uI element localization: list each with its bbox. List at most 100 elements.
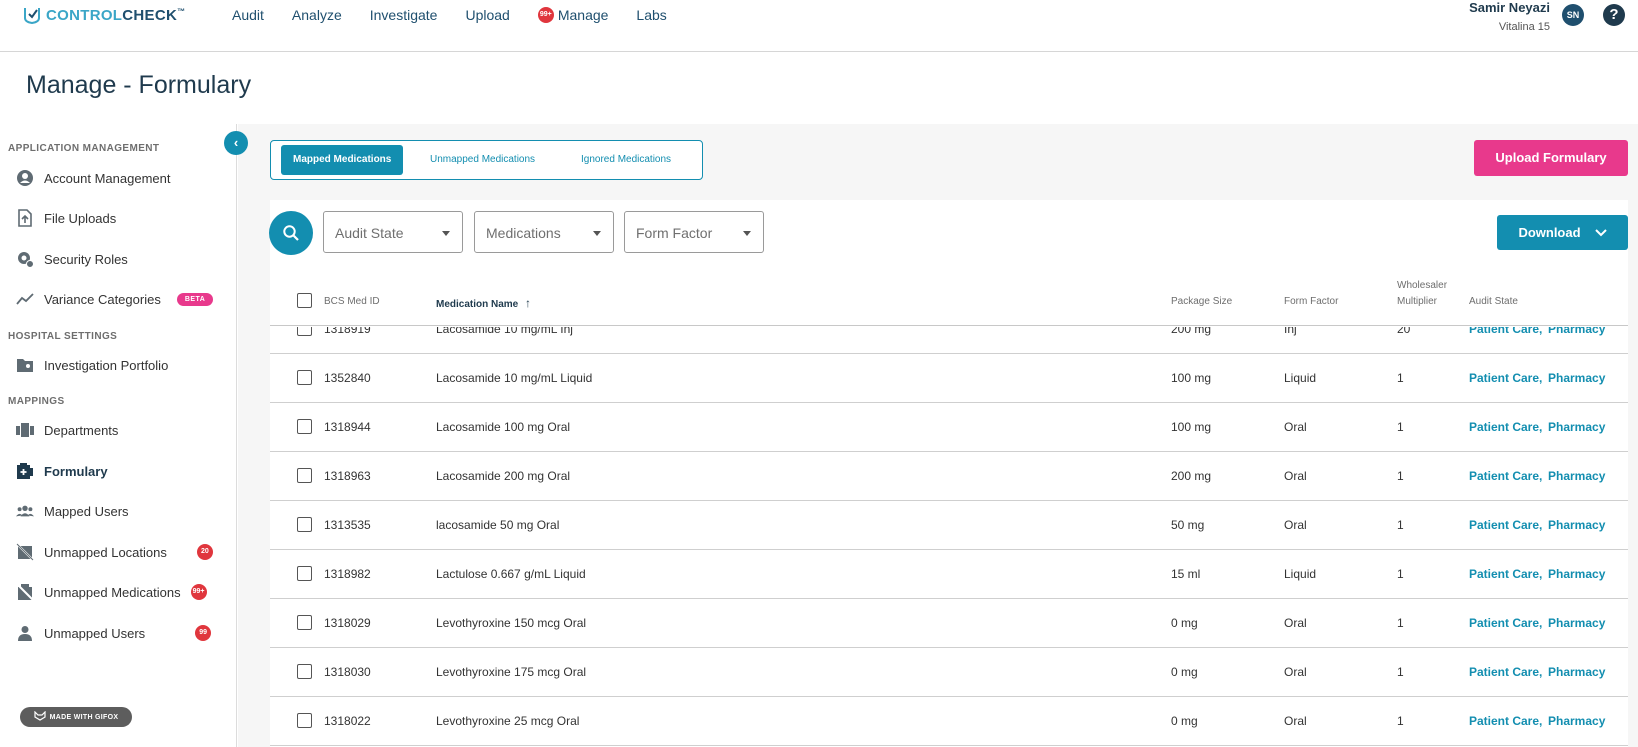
table-row[interactable]: 1352840 Lacosamide 10 mg/mL Liquid 100 mg L… xyxy=(270,354,1628,403)
audit-state-patient-care-link[interactable]: Patient Care, xyxy=(1469,714,1542,728)
cell-package-size: 50 mg xyxy=(1171,518,1205,532)
table-header: BCS Med ID Medication Name ↑ Package Siz… xyxy=(270,262,1628,326)
cell-medication-name: Lacosamide 200 mg Oral xyxy=(436,469,571,483)
medications-filter[interactable]: Medications xyxy=(474,211,614,253)
cell-package-size: 0 mg xyxy=(1171,616,1198,630)
brand-name: CONTROLCHECK™ xyxy=(46,6,186,24)
nav-upload[interactable]: Upload xyxy=(465,7,509,23)
row-checkbox[interactable] xyxy=(297,327,312,336)
row-checkbox[interactable] xyxy=(297,615,312,630)
audit-state-patient-care-link[interactable]: Patient Care, xyxy=(1469,469,1542,483)
audit-state-patient-care-link[interactable]: Patient Care, xyxy=(1469,327,1542,336)
audit-state-filter[interactable]: Audit State xyxy=(323,211,463,253)
row-checkbox[interactable] xyxy=(297,713,312,728)
audit-state-pharmacy-link[interactable]: Pharmacy xyxy=(1548,567,1605,581)
sidebar-item-file-uploads[interactable]: File Uploads xyxy=(16,209,116,227)
select-all-checkbox[interactable] xyxy=(297,293,312,308)
sidebar-item-label: Variance Categories xyxy=(44,291,161,307)
cell-package-size: 100 mg xyxy=(1171,420,1212,434)
nav-labs[interactable]: Labs xyxy=(636,7,666,23)
cell-medication-name: Lacosamide 10 mg/mL Liquid xyxy=(436,371,593,385)
sidebar-item-account-management[interactable]: Account Management xyxy=(16,169,170,187)
audit-state-pharmacy-link[interactable]: Pharmacy xyxy=(1548,371,1605,385)
table-row[interactable]: 1318944 Lacosamide 100 mg Oral 100 mg Oral 1… xyxy=(270,403,1628,452)
row-checkbox[interactable] xyxy=(297,370,312,385)
table-row[interactable]: 1318963 Lacosamide 200 mg Oral 200 mg Oral 1… xyxy=(270,452,1628,501)
table-row[interactable]: 1318029 Levothyroxine 150 mcg Oral 0 mg Ora… xyxy=(270,599,1628,648)
cell-form-factor: Oral xyxy=(1284,420,1307,434)
cell-bcs-med-id: 1318022 xyxy=(324,714,371,728)
row-checkbox[interactable] xyxy=(297,517,312,532)
help-icon[interactable]: ? xyxy=(1603,4,1625,26)
sidebar-item-security-roles[interactable]: Security Roles xyxy=(16,250,128,268)
audit-state-patient-care-link[interactable]: Patient Care, xyxy=(1469,616,1542,630)
user-location: Vitalina 15 xyxy=(1498,21,1550,33)
table-row[interactable]: 1318919 Lacosamide 10 mg/mL Inj 200 mg Inj 2… xyxy=(270,327,1628,354)
upload-formulary-button[interactable]: Upload Formulary xyxy=(1474,140,1628,176)
audit-state-pharmacy-link[interactable]: Pharmacy xyxy=(1548,469,1605,483)
controlcheck-logo[interactable]: CONTROLCHECK™ xyxy=(22,5,185,25)
collapse-sidebar-button[interactable]: ‹ xyxy=(224,131,248,155)
unmapped-user-icon xyxy=(16,624,34,642)
sidebar-item-label: Mapped Users xyxy=(44,503,129,519)
form-factor-filter[interactable]: Form Factor xyxy=(624,211,764,253)
column-package-size[interactable]: Package Size xyxy=(1171,296,1232,307)
audit-state-pharmacy-link[interactable]: Pharmacy xyxy=(1548,714,1605,728)
user-name: Samir Neyazi xyxy=(1469,0,1550,15)
nav-analyze[interactable]: Analyze xyxy=(292,7,342,23)
audit-state-patient-care-link[interactable]: Patient Care, xyxy=(1469,371,1542,385)
audit-state-patient-care-link[interactable]: Patient Care, xyxy=(1469,567,1542,581)
gifox-watermark: MADE WITH GIFOX xyxy=(20,707,132,727)
audit-state-pharmacy-link[interactable]: Pharmacy xyxy=(1548,327,1605,336)
audit-state-patient-care-link[interactable]: Patient Care, xyxy=(1469,420,1542,434)
audit-state-pharmacy-link[interactable]: Pharmacy xyxy=(1548,665,1605,679)
column-medication-name[interactable]: Medication Name ↑ xyxy=(436,296,531,310)
audit-state-patient-care-link[interactable]: Patient Care, xyxy=(1469,518,1542,532)
sidebar-item-unmapped-locations[interactable]: Unmapped Locations 20 xyxy=(16,543,213,561)
row-checkbox[interactable] xyxy=(297,664,312,679)
row-checkbox[interactable] xyxy=(297,419,312,434)
row-checkbox[interactable] xyxy=(297,566,312,581)
cell-wholesaler-multiplier: 1 xyxy=(1397,665,1404,679)
column-wholesaler-multiplier[interactable]: Wholesaler Multiplier xyxy=(1397,280,1447,307)
column-wholesaler-multiplier-line1: Wholesaler xyxy=(1397,280,1448,291)
table-row[interactable]: 1318022 Levothyroxine 25 mcg Oral 0 mg Oral… xyxy=(270,697,1628,746)
cell-form-factor: Oral xyxy=(1284,469,1307,483)
search-button[interactable] xyxy=(269,211,313,255)
sidebar-item-unmapped-users[interactable]: Unmapped Users 99 xyxy=(16,624,212,642)
column-bcs-med-id[interactable]: BCS Med ID xyxy=(324,296,380,307)
top-navigation-bar: CONTROLCHECK™ Audit Analyze Investigate … xyxy=(0,0,1638,52)
tab-unmapped-medications[interactable]: Unmapped Medications xyxy=(418,145,547,175)
audit-state-patient-care-link[interactable]: Patient Care, xyxy=(1469,665,1542,679)
column-audit-state[interactable]: Audit State xyxy=(1469,296,1518,307)
sidebar-item-departments[interactable]: Departments xyxy=(16,421,118,439)
sidebar-item-variance-categories[interactable]: Variance Categories BETA xyxy=(16,290,214,308)
nav-investigate[interactable]: Investigate xyxy=(370,7,438,23)
audit-state-pharmacy-link[interactable]: Pharmacy xyxy=(1548,616,1605,630)
user-info[interactable]: Samir Neyazi Vitalina 15 xyxy=(1469,0,1550,33)
tab-ignored-medications[interactable]: Ignored Medications xyxy=(569,145,683,175)
table-row[interactable]: 1318030 Levothyroxine 175 mcg Oral 0 mg Ora… xyxy=(270,648,1628,697)
search-icon xyxy=(283,225,299,241)
cell-bcs-med-id: 1318963 xyxy=(324,469,371,483)
cell-wholesaler-multiplier: 1 xyxy=(1397,420,1404,434)
sidebar-item-unmapped-medications[interactable]: Unmapped Medications 99+ xyxy=(16,583,207,601)
audit-state-pharmacy-link[interactable]: Pharmacy xyxy=(1548,420,1605,434)
audit-state-pharmacy-link[interactable]: Pharmacy xyxy=(1548,518,1605,532)
table-row[interactable]: 1313535 lacosamide 50 mg Oral 50 mg Oral 1 Pa… xyxy=(270,501,1628,550)
nav-audit[interactable]: Audit xyxy=(232,7,264,23)
sidebar-item-formulary[interactable]: Formulary xyxy=(16,462,108,480)
table-row[interactable]: 1318982 Lactulose 0.667 g/mL Liquid 15 ml L… xyxy=(270,550,1628,599)
sidebar-item-label: Investigation Portfolio xyxy=(44,357,169,373)
nav-manage[interactable]: 99+ Manage xyxy=(537,7,608,23)
row-checkbox[interactable] xyxy=(297,468,312,483)
cell-wholesaler-multiplier: 1 xyxy=(1397,371,1404,385)
sidebar-item-investigation-portfolio[interactable]: Investigation Portfolio xyxy=(16,356,168,374)
sidebar-item-mapped-users[interactable]: Mapped Users xyxy=(16,502,129,520)
controlcheck-logo-icon xyxy=(24,8,40,25)
avatar[interactable]: SN xyxy=(1562,4,1584,26)
column-form-factor[interactable]: Form Factor xyxy=(1284,296,1338,307)
cell-bcs-med-id: 1318982 xyxy=(324,567,371,581)
download-button[interactable]: Download xyxy=(1497,215,1628,250)
tab-mapped-medications[interactable]: Mapped Medications xyxy=(281,145,404,175)
